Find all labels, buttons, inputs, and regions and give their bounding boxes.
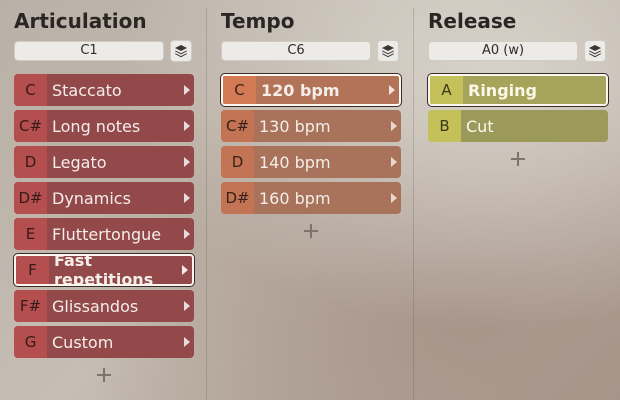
articulation-item-dynamics[interactable]: D# Dynamics: [14, 182, 194, 214]
release-item-cut[interactable]: B Cut: [428, 110, 608, 142]
release-key-field[interactable]: A0 (w): [428, 41, 578, 61]
tempo-item-120-bpm[interactable]: C 120 bpm: [221, 74, 401, 106]
chevron-right-icon[interactable]: [178, 326, 194, 358]
articulation-item-fluttertongue[interactable]: E Fluttertongue: [14, 218, 194, 250]
chevron-right-icon[interactable]: [176, 256, 192, 284]
item-key: E: [14, 218, 47, 250]
item-label: 130 bpm: [259, 116, 331, 136]
layers-icon: [589, 45, 601, 58]
item-label: 120 bpm: [261, 80, 340, 100]
tempo-layers-button[interactable]: [377, 40, 399, 62]
chevron-right-icon[interactable]: [178, 290, 194, 322]
item-label: 160 bpm: [259, 188, 331, 208]
item-key: G: [14, 326, 47, 358]
plus-icon: [511, 152, 525, 166]
item-label: Fluttertongue: [52, 224, 162, 244]
layers-icon: [175, 45, 187, 58]
tempo-list: C 120 bpm C# 130 bpm D 140 bpm D# 160 bp…: [221, 74, 401, 214]
item-key: D: [221, 146, 254, 178]
chevron-right-icon[interactable]: [385, 146, 401, 178]
articulation-item-custom[interactable]: G Custom: [14, 326, 194, 358]
item-key: B: [428, 110, 461, 142]
item-key: F#: [14, 290, 47, 322]
tempo-title: Tempo: [221, 9, 295, 33]
item-label: Dynamics: [52, 188, 131, 208]
articulation-key-field[interactable]: C1: [14, 41, 164, 61]
articulation-item-staccato[interactable]: C Staccato: [14, 74, 194, 106]
item-key: D#: [14, 182, 47, 214]
articulation-title: Articulation: [14, 9, 147, 33]
release-title: Release: [428, 9, 517, 33]
item-label: Staccato: [52, 80, 122, 100]
plus-icon: [97, 368, 111, 382]
item-label: Glissandos: [52, 296, 139, 316]
tempo-item-160-bpm[interactable]: D# 160 bpm: [221, 182, 401, 214]
release-add-button[interactable]: [428, 146, 608, 172]
item-key: D: [14, 146, 47, 178]
item-label: Custom: [52, 332, 114, 352]
item-key: F: [16, 256, 49, 284]
item-label: Legato: [52, 152, 107, 172]
chevron-right-icon[interactable]: [385, 110, 401, 142]
tempo-item-140-bpm[interactable]: D 140 bpm: [221, 146, 401, 178]
chevron-right-icon[interactable]: [178, 218, 194, 250]
tempo-add-button[interactable]: [221, 218, 401, 244]
release-header: A0 (w): [428, 40, 608, 62]
item-label: Cut: [466, 116, 494, 136]
release-item-ringing[interactable]: A Ringing: [428, 74, 608, 106]
articulation-item-fast-repetitions[interactable]: F Fast repetitions: [14, 254, 194, 286]
item-key: C: [14, 74, 47, 106]
articulation-item-long-notes[interactable]: C# Long notes: [14, 110, 194, 142]
item-key: C#: [14, 110, 47, 142]
articulation-item-legato[interactable]: D Legato: [14, 146, 194, 178]
articulation-layers-button[interactable]: [170, 40, 192, 62]
item-key: D#: [221, 182, 254, 214]
chevron-right-icon[interactable]: [178, 146, 194, 178]
layers-icon: [382, 45, 394, 58]
chevron-right-icon[interactable]: [178, 182, 194, 214]
plus-icon: [304, 224, 318, 238]
item-label: Fast repetitions: [54, 254, 154, 286]
tempo-key-field[interactable]: C6: [221, 41, 371, 61]
chevron-right-icon[interactable]: [178, 74, 194, 106]
release-list: A Ringing B Cut: [428, 74, 608, 142]
tempo-header: C6: [221, 40, 401, 62]
articulation-add-button[interactable]: [14, 362, 194, 388]
chevron-right-icon[interactable]: [383, 76, 399, 104]
item-key: C: [223, 76, 256, 104]
articulation-list: C Staccato C# Long notes D Legato D# Dyn…: [14, 74, 194, 358]
item-label: Long notes: [52, 116, 141, 136]
item-key: A: [430, 76, 463, 104]
release-layers-button[interactable]: [584, 40, 606, 62]
articulation-column: Articulation C1 C Staccato C# Long notes…: [0, 0, 206, 400]
chevron-right-icon[interactable]: [178, 110, 194, 142]
release-column: Release A0 (w) A Ringing B Cut: [414, 0, 620, 400]
item-label: Ringing: [468, 80, 537, 100]
item-key: C#: [221, 110, 254, 142]
chevron-right-icon[interactable]: [385, 182, 401, 214]
articulation-header: C1: [14, 40, 194, 62]
articulation-item-glissandos[interactable]: F# Glissandos: [14, 290, 194, 322]
tempo-item-130-bpm[interactable]: C# 130 bpm: [221, 110, 401, 142]
item-label: 140 bpm: [259, 152, 331, 172]
tempo-column: Tempo C6 C 120 bpm C# 130 bpm D 140 bpm …: [207, 0, 413, 400]
